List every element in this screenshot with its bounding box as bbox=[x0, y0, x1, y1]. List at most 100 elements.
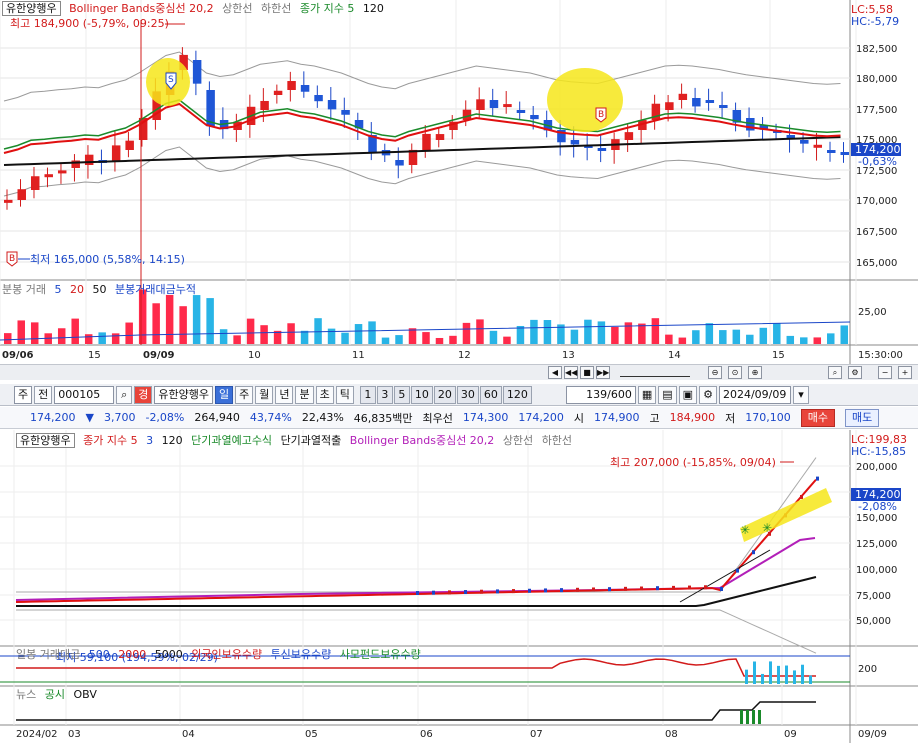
volume-bar bbox=[543, 320, 552, 344]
volume-bar bbox=[354, 324, 363, 344]
gear-icon[interactable]: ⚙ bbox=[699, 385, 717, 404]
search-icon[interactable]: ⌕ bbox=[828, 366, 842, 379]
stock-name-field[interactable]: 유한양행우 bbox=[154, 385, 213, 404]
forward-button[interactable]: ▶▶ bbox=[596, 366, 610, 379]
candle-body bbox=[273, 90, 283, 95]
zoom-in-icon[interactable]: ⊕ bbox=[748, 366, 762, 379]
volume-bar bbox=[84, 334, 93, 344]
volume-bar bbox=[773, 323, 781, 344]
legend-bb[interactable]: Bollinger Bands중심선 20,2 bbox=[69, 2, 214, 15]
sell-button[interactable]: 매도 bbox=[845, 408, 880, 427]
mode-select[interactable]: 주 bbox=[14, 385, 33, 404]
gyeong-badge[interactable]: 경 bbox=[134, 385, 153, 404]
buy-button[interactable]: 매수 bbox=[800, 408, 836, 427]
tick-interval-button[interactable]: 60 bbox=[479, 385, 502, 404]
save-icon[interactable]: ▣ bbox=[678, 385, 698, 404]
legend-close-ma[interactable]: 종가 지수 5 bbox=[83, 434, 137, 447]
price-tick-label: 100,000 bbox=[856, 565, 897, 576]
vol-ma50[interactable]: 50 bbox=[92, 283, 106, 296]
rewind-button[interactable]: ◀◀ bbox=[564, 366, 578, 379]
period-button[interactable]: 일 bbox=[214, 385, 234, 404]
period-button[interactable]: 초 bbox=[315, 385, 334, 404]
tick-group: 1 3 5 10 20 30 60 120 bbox=[359, 385, 532, 404]
legend-m3[interactable]: 3 bbox=[146, 434, 153, 447]
count-field[interactable]: 139/600 bbox=[565, 385, 636, 404]
time-tick-label: 09/09 bbox=[143, 350, 175, 361]
daily-candle bbox=[688, 585, 691, 590]
vol-ma20[interactable]: 20 bbox=[70, 283, 84, 296]
chart-icon[interactable]: ▤ bbox=[658, 385, 677, 404]
calendar-icon[interactable]: ▾ bbox=[792, 385, 809, 404]
daily-candle bbox=[416, 591, 419, 595]
vol-trust[interactable]: 투신보유수량 bbox=[271, 648, 332, 661]
legend-upper[interactable]: 상한선 bbox=[503, 434, 533, 447]
period-button[interactable]: 틱 bbox=[335, 385, 354, 404]
volume-bar bbox=[152, 303, 160, 344]
tick-interval-button[interactable]: 5 bbox=[393, 385, 410, 404]
vol-foreign[interactable]: 외국인보유수량 bbox=[191, 648, 262, 661]
legend-bb[interactable]: Bollinger Bands중심선 20,2 bbox=[350, 434, 495, 447]
volume-bar bbox=[381, 337, 390, 344]
zoom-reset-icon[interactable]: ⊙ bbox=[728, 366, 742, 379]
daily-candle bbox=[816, 476, 819, 481]
daily-chart-canvas[interactable]: 200,000175,000150,000125,000100,00075,00… bbox=[0, 430, 918, 743]
daily-candle bbox=[608, 587, 611, 592]
settings-icon[interactable]: ⚙ bbox=[848, 366, 862, 379]
all-button[interactable]: 전 bbox=[34, 385, 53, 404]
vol-m5000[interactable]: 5000 bbox=[155, 648, 183, 661]
quote-open-label: 시 bbox=[573, 411, 585, 425]
zoom-out-icon[interactable]: ⊖ bbox=[708, 366, 722, 379]
vol-m500[interactable]: 500 bbox=[89, 648, 110, 661]
legend-news[interactable]: 뉴스 bbox=[16, 688, 36, 701]
daily-chart-pane[interactable]: 주 전 000105 ⌕ 경 유한양행우 일주월년분초틱 1 3 5 10 20 30 60… bbox=[0, 384, 918, 743]
chart-scrollbar[interactable]: ◀ ◀◀ ■ ▶▶ ⊖ ⊙ ⊕ ⌕ ⚙ − + bbox=[0, 364, 918, 380]
period-button[interactable]: 주 bbox=[235, 385, 254, 404]
minute-chart-canvas[interactable]: 182,500180,000177,500175,000172,500170,0… bbox=[0, 0, 918, 364]
legend-overheat2[interactable]: 단기과열적출 bbox=[281, 434, 342, 447]
date-field[interactable]: 2024/09/09 bbox=[718, 385, 791, 404]
stock-name-label[interactable]: 유한양행우 bbox=[16, 433, 75, 448]
volume-bar bbox=[219, 329, 228, 344]
period-button[interactable]: 분 bbox=[295, 385, 314, 404]
legend-lower[interactable]: 하한선 bbox=[261, 2, 291, 15]
vol-pension[interactable]: 사모펀드보유수량 bbox=[340, 648, 421, 661]
tick-interval-button[interactable]: 3 bbox=[376, 385, 393, 404]
candle-body bbox=[260, 100, 269, 110]
minute-chart-pane[interactable]: 182,500 180,000 177,500 175,000 172,500 170,0… bbox=[0, 0, 918, 380]
legend-upper[interactable]: 상한선 bbox=[222, 2, 252, 15]
code-input[interactable]: 000105 bbox=[54, 385, 115, 404]
minus-icon[interactable]: − bbox=[878, 366, 892, 379]
time-tick-label: 15:30:00 bbox=[858, 350, 903, 361]
volume-axis-label: 200 bbox=[858, 664, 877, 675]
plus-icon[interactable]: + bbox=[898, 366, 912, 379]
legend-close-ma[interactable]: 종가 지수 5 bbox=[300, 2, 354, 15]
tick-interval-button[interactable]: 1 bbox=[359, 385, 376, 404]
vol-cumulative[interactable]: 분봉거래대금누적 bbox=[115, 283, 196, 296]
volume-title[interactable]: 일봉 거래대금 bbox=[16, 648, 80, 661]
stop-button[interactable]: ■ bbox=[580, 366, 594, 379]
volume-bar bbox=[801, 664, 804, 684]
grid-icon[interactable]: ▦ bbox=[637, 385, 657, 404]
candle-body bbox=[422, 133, 431, 150]
date-tick-label: 09/09 bbox=[858, 729, 887, 740]
scroll-left-button[interactable]: ◀ bbox=[548, 366, 562, 379]
volume-bar bbox=[746, 334, 754, 344]
zoom-slider[interactable] bbox=[620, 367, 690, 377]
legend-ma120[interactable]: 120 bbox=[363, 2, 384, 15]
tick-interval-button[interactable]: 30 bbox=[456, 385, 479, 404]
tick-interval-button[interactable]: 20 bbox=[433, 385, 456, 404]
period-button[interactable]: 월 bbox=[255, 385, 274, 404]
search-icon[interactable]: ⌕ bbox=[116, 385, 133, 404]
legend-m120[interactable]: 120 bbox=[162, 434, 183, 447]
volume-title[interactable]: 분봉 거래 bbox=[2, 283, 46, 296]
legend-overheat[interactable]: 단기과열예고수식 bbox=[191, 434, 272, 447]
period-button[interactable]: 년 bbox=[275, 385, 294, 404]
legend-lower[interactable]: 하한선 bbox=[542, 434, 572, 447]
tick-interval-button[interactable]: 120 bbox=[502, 385, 532, 404]
legend-obv[interactable]: OBV bbox=[74, 688, 97, 701]
legend-notice[interactable]: 공시 bbox=[45, 688, 65, 701]
tick-interval-button[interactable]: 10 bbox=[410, 385, 433, 404]
stock-name-label[interactable]: 유한양행우 bbox=[2, 1, 61, 16]
vol-ma5[interactable]: 5 bbox=[54, 283, 61, 296]
vol-m2000[interactable]: 2000 bbox=[118, 648, 146, 661]
